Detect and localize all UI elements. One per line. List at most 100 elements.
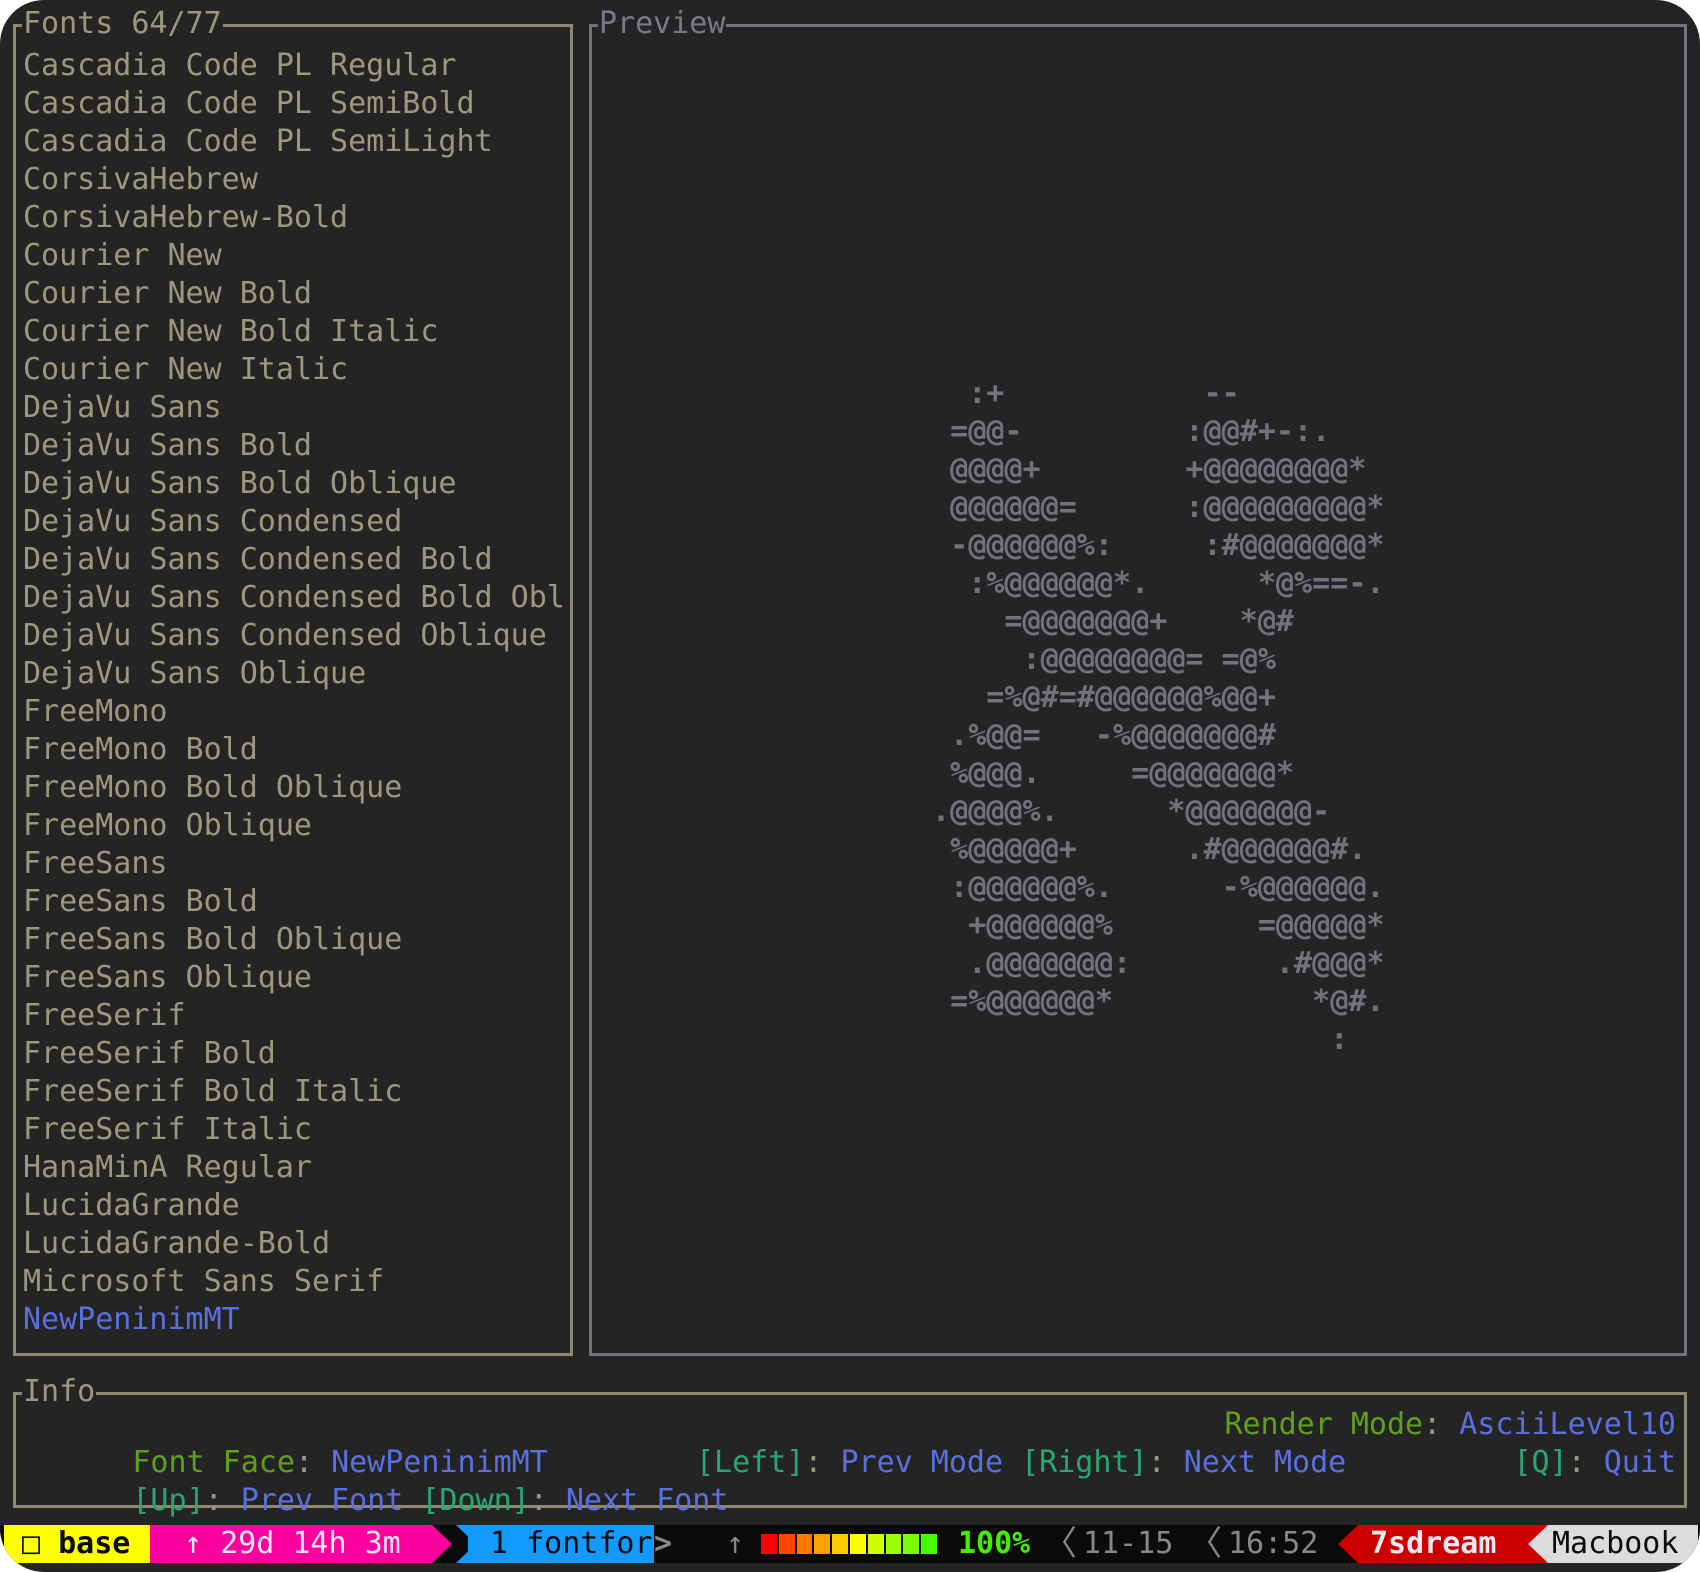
preview-panel: Preview :+ -- =@@- :@@#+-:. @@@@+ +@@@@@… xyxy=(589,4,1687,1356)
ascii-line: %@@@@@+ .#@@@@@@#. xyxy=(932,832,1367,867)
font-list-item[interactable]: FreeSans xyxy=(23,845,565,883)
battery-cell xyxy=(778,1534,795,1554)
font-list-item[interactable]: DejaVu Sans Condensed Bold xyxy=(23,541,565,579)
info-panel: Info Font Face: NewPeninimMT Render Mode… xyxy=(13,1372,1687,1518)
ascii-line: =%@#=#@@@@@@%@@+ xyxy=(932,680,1276,715)
preview-panel-title: Preview xyxy=(598,4,727,44)
ascii-line: .@@@@%. *@@@@@@@- xyxy=(932,794,1331,829)
more-windows-indicator[interactable]: > xyxy=(654,1525,672,1563)
battery-cell xyxy=(885,1534,902,1554)
arrow-up-icon: ↑ xyxy=(184,1526,203,1561)
battery-cell xyxy=(832,1534,848,1554)
prev-font-action: Prev Font xyxy=(240,1483,404,1518)
font-list-item[interactable]: CorsivaHebrew-Bold xyxy=(23,199,565,237)
font-list-item[interactable]: Cascadia Code PL SemiBold xyxy=(23,85,565,123)
font-list-item[interactable]: Courier New Italic xyxy=(23,351,565,389)
font-list-item[interactable]: FreeMono Bold Oblique xyxy=(23,769,565,807)
ascii-line: =%@@@@@@* *@#. xyxy=(932,984,1385,1019)
font-list-item[interactable]: FreeMono Bold xyxy=(23,731,565,769)
ascii-line: +@@@@@@% =@@@@@* xyxy=(932,908,1385,943)
ascii-line: :%@@@@@@*. *@%==-. xyxy=(932,566,1385,601)
info-row-status: Font Face: NewPeninimMT Render Mode: Asc… xyxy=(24,1406,1676,1480)
font-list-item[interactable]: DejaVu Sans Oblique xyxy=(23,655,565,693)
font-list-item[interactable]: HanaMinA Regular xyxy=(23,1149,565,1187)
ascii-line: :@@@@@@@@= =@% xyxy=(932,642,1276,677)
font-list-item[interactable]: Microsoft Sans Serif xyxy=(23,1263,565,1301)
status-bar: □ base ↑ 29d 14h 3m 1 fontfor > ↑ 100% 〈… xyxy=(0,1525,1700,1563)
arrow-up-icon: ↑ xyxy=(726,1526,745,1561)
quit-key[interactable]: [Q] xyxy=(1513,1445,1567,1480)
ascii-line: :@@@@@@%. -%@@@@@@. xyxy=(932,870,1385,905)
font-list-item[interactable]: DejaVu Sans Condensed Oblique xyxy=(23,617,565,655)
font-list-item[interactable]: FreeSans Bold xyxy=(23,883,565,921)
font-list-item[interactable]: DejaVu Sans xyxy=(23,389,565,427)
ascii-line: %@@@. =@@@@@@@* xyxy=(932,756,1295,791)
session-name: base xyxy=(58,1526,131,1561)
font-list-item[interactable]: FreeSerif Bold Italic xyxy=(23,1073,565,1111)
font-list-item[interactable]: FreeSerif xyxy=(23,997,565,1035)
font-list-item[interactable]: Courier New Bold Italic xyxy=(23,313,565,351)
font-list-item[interactable]: DejaVu Sans Condensed Bold Obl xyxy=(23,579,565,617)
fonts-panel-title: Fonts 64/77 xyxy=(22,4,223,44)
font-list-item[interactable]: DejaVu Sans Bold Oblique xyxy=(23,465,565,503)
battery-cell xyxy=(867,1534,884,1554)
battery-gauge xyxy=(761,1534,937,1554)
separator: : xyxy=(1147,1445,1166,1480)
font-list-item[interactable]: LucidaGrande xyxy=(23,1187,565,1225)
render-mode-info: Render Mode: AsciiLevel10 xyxy=(1224,1406,1676,1444)
font-list-item[interactable]: DejaVu Sans Bold xyxy=(23,427,565,465)
battery-cell xyxy=(761,1534,777,1554)
ascii-line: :+ -- xyxy=(932,376,1240,411)
font-list-item[interactable]: FreeSerif Bold xyxy=(23,1035,565,1073)
separator: : xyxy=(1567,1445,1586,1480)
font-list-item[interactable]: FreeSans Bold Oblique xyxy=(23,921,565,959)
font-list-item[interactable]: FreeMono xyxy=(23,693,565,731)
font-list-item[interactable]: Courier New Bold xyxy=(23,275,565,313)
quit-action: Quit xyxy=(1603,1445,1676,1480)
font-list-item[interactable]: Courier New xyxy=(23,237,565,275)
font-list-item[interactable]: Cascadia Code PL SemiLight xyxy=(23,123,565,161)
font-list-item-selected[interactable]: NewPeninimMT xyxy=(23,1301,565,1339)
render-mode-label: Render Mode xyxy=(1224,1407,1424,1442)
next-mode-action: Next Mode xyxy=(1183,1445,1347,1480)
font-list-item[interactable]: FreeSans Oblique xyxy=(23,959,565,997)
session-segment[interactable]: □ base xyxy=(4,1525,154,1563)
font-list-item[interactable]: FreeSerif Italic xyxy=(23,1111,565,1149)
battery-cell xyxy=(796,1534,813,1554)
ascii-line: =@@- :@@#+-:. xyxy=(932,414,1331,449)
uptime-value: 29d 14h 3m xyxy=(220,1526,401,1561)
next-font-action: Next Font xyxy=(565,1483,729,1518)
hostname-segment: 7sdream xyxy=(1358,1525,1528,1563)
battery-cell xyxy=(903,1534,920,1554)
render-mode-value: AsciiLevel10 xyxy=(1459,1407,1676,1442)
font-list-item[interactable]: DejaVu Sans Condensed xyxy=(23,503,565,541)
ascii-line: @@@@@@= :@@@@@@@@@* xyxy=(932,490,1385,525)
font-list-item[interactable]: Cascadia Code PL Regular xyxy=(23,47,565,85)
left-key[interactable]: [Left] xyxy=(696,1445,804,1480)
ascii-line: -@@@@@@%: :#@@@@@@@* xyxy=(932,528,1385,563)
up-key[interactable]: [Up] xyxy=(132,1483,204,1518)
powerline-arrow xyxy=(432,1525,452,1563)
machine-segment: Macbook xyxy=(1548,1525,1698,1563)
mode-nav-hints: [Left]: Prev Mode [Right]: Next Mode xyxy=(696,1444,1346,1482)
chevron-left-icon: 〈 xyxy=(1188,1524,1222,1564)
powerline-arrow xyxy=(1528,1525,1548,1563)
down-key[interactable]: [Down] xyxy=(421,1483,529,1518)
battery-cell xyxy=(849,1534,866,1554)
font-list[interactable]: Cascadia Code PL Regular Cascadia Code PL… xyxy=(23,47,565,1339)
font-list-item[interactable]: CorsivaHebrew xyxy=(23,161,565,199)
font-nav-hints: [Up]: Prev Font [Down]: Next Font xyxy=(132,1483,728,1518)
battery-percent: 100% xyxy=(958,1526,1031,1561)
right-key[interactable]: [Right] xyxy=(1021,1445,1147,1480)
fonts-panel: Fonts 64/77 Cascadia Code PL Regular Casc… xyxy=(13,4,573,1356)
prev-mode-action: Prev Mode xyxy=(840,1445,1004,1480)
separator: : xyxy=(529,1483,548,1518)
ascii-line: .@@@@@@@: .#@@@* xyxy=(932,946,1385,981)
window-tab[interactable]: 1 fontfor xyxy=(468,1525,654,1563)
font-list-item[interactable]: FreeMono Oblique xyxy=(23,807,565,845)
powerline-arrow xyxy=(1338,1525,1358,1563)
font-list-item[interactable]: LucidaGrande-Bold xyxy=(23,1225,565,1263)
window-name: 1 fontfor xyxy=(490,1526,653,1561)
battery-cell xyxy=(814,1534,831,1554)
info-row-keys: [Up]: Prev Font [Down]: Next Font [Left]… xyxy=(24,1444,1676,1518)
